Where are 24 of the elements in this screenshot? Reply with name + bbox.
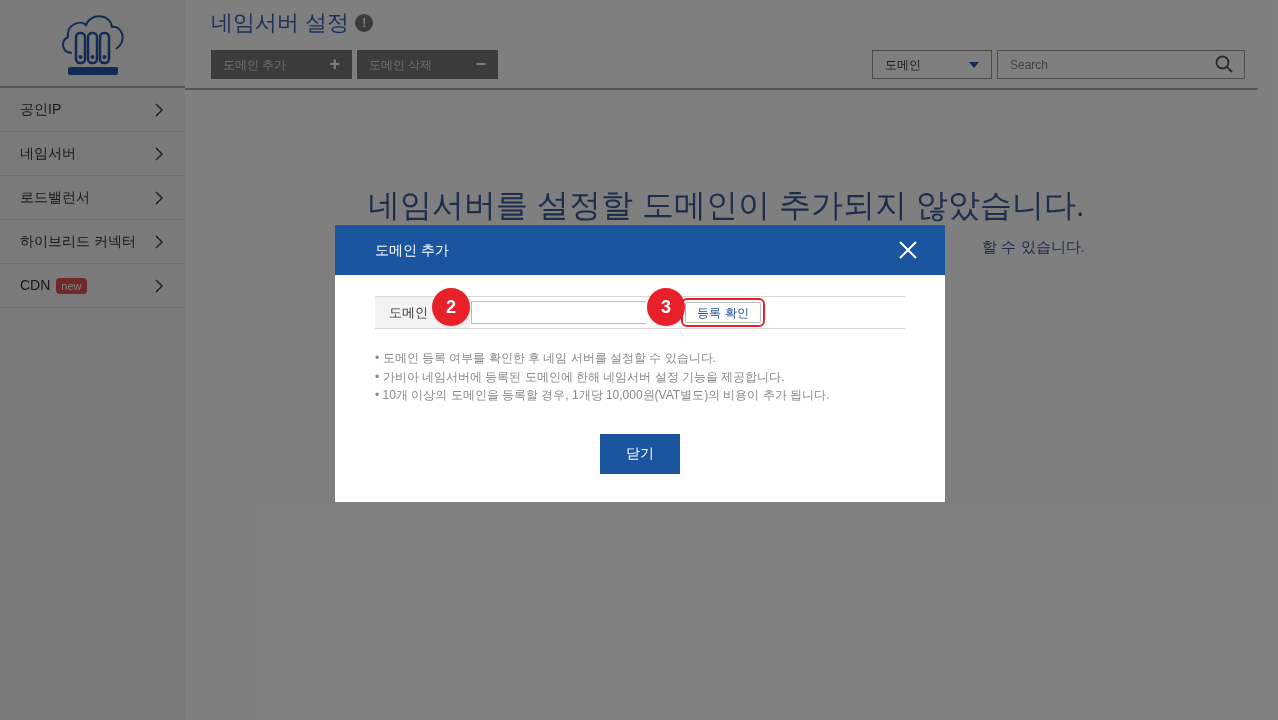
chevron-right-icon — [155, 146, 163, 161]
info-icon[interactable]: ! — [355, 14, 374, 32]
chevron-right-icon — [155, 190, 163, 205]
domain-input-field[interactable] — [471, 301, 646, 324]
page-title: 네임서버 설정 — [211, 9, 350, 37]
note-text: • 도메인 등록 여부를 확인한 후 네임 서버를 설정할 수 있습니다. — [375, 350, 717, 367]
note-text: • 가비아 네임서버에 등록된 도메인에 한해 네임서버 설정 기능을 제공합니다. — [375, 368, 786, 385]
chevron-right-icon — [155, 234, 163, 249]
empty-state-heading: 네임서버를 설정할 도메인이 추가되지 않았습니다. — [368, 188, 1085, 222]
step-number-marker: 3 — [647, 288, 685, 326]
field-label: 도메인 — [389, 303, 428, 322]
chevron-right-icon — [155, 278, 163, 293]
chevron-right-icon — [155, 102, 163, 117]
dialog-title: 도메인 추가 — [375, 240, 449, 260]
empty-state-text: 할 수 있습니다. — [982, 237, 1085, 257]
new-badge: new — [56, 277, 87, 294]
filter-dropdown[interactable]: 도메인 — [872, 50, 992, 79]
close-icon[interactable] — [899, 241, 917, 259]
note-text: • 10개 이상의 도메인을 등록할 경우, 1개당 10,000원(VAT별도)의 비용이 추가 됩니다. — [375, 387, 831, 404]
search-field[interactable]: Search — [997, 50, 1245, 79]
caret-down-icon — [969, 61, 979, 68]
search-icon[interactable] — [1215, 55, 1233, 73]
step-number-marker: 2 — [432, 288, 470, 326]
close-button[interactable]: 닫기 — [600, 433, 680, 474]
